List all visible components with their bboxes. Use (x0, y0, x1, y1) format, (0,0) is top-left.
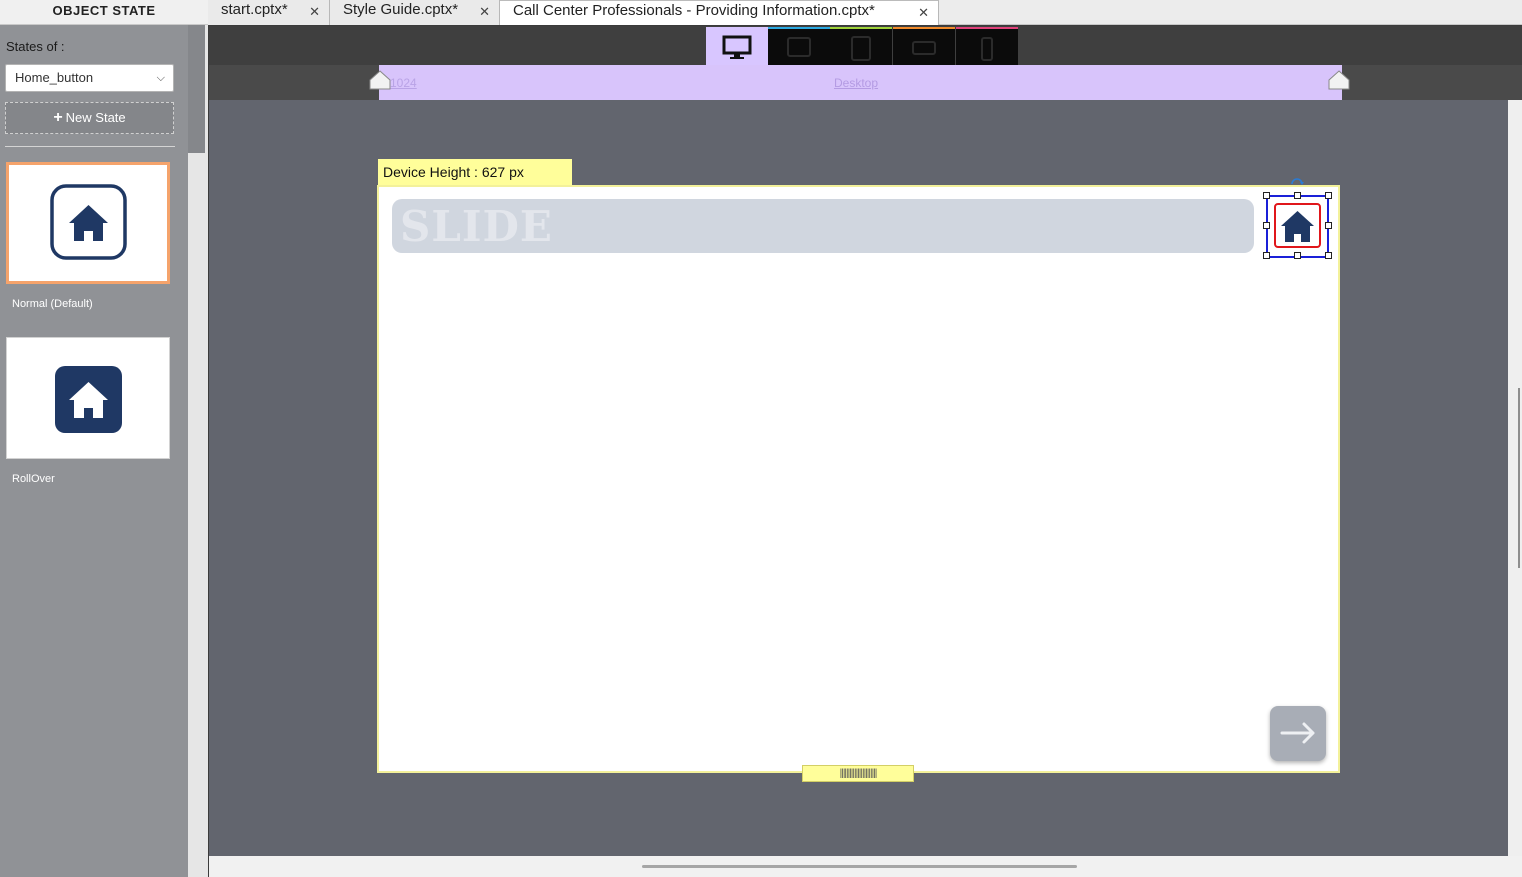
rotate-handle-icon[interactable] (1289, 175, 1305, 191)
home-filled-icon (55, 366, 122, 433)
breakpoint-device-label: Desktop (834, 76, 879, 90)
tab-start[interactable]: start.cptx* ✕ (208, 0, 330, 25)
home-button-inner-selection (1274, 203, 1321, 248)
home-outline-icon (50, 184, 127, 260)
device-height-label: Device Height : 627 px (378, 159, 572, 186)
desktop-icon (722, 35, 752, 59)
state-thumbnail-rollover[interactable] (6, 337, 170, 459)
vertical-scrollbar-thumb[interactable] (1518, 388, 1520, 568)
resize-handle[interactable] (1263, 192, 1270, 199)
state-thumbnail-normal[interactable] (6, 162, 170, 284)
tablet-landscape-icon (787, 37, 811, 57)
device-accent-line (830, 27, 892, 29)
document-tabbar: start.cptx* ✕ Style Guide.cptx* ✕ Call C… (208, 0, 1522, 25)
states-of-label: States of : (6, 39, 65, 54)
slide-stage[interactable] (377, 185, 1340, 773)
device-phone-portrait-button[interactable] (956, 27, 1018, 65)
object-select[interactable]: Home_button ⌵ (5, 64, 174, 92)
device-tablet-landscape-button[interactable] (768, 27, 830, 65)
close-icon[interactable]: ✕ (309, 2, 320, 22)
device-tablet-portrait-button[interactable] (830, 27, 892, 65)
device-desktop-button[interactable] (706, 27, 768, 65)
resize-handle[interactable] (1325, 192, 1332, 199)
object-select-value: Home_button (15, 70, 94, 85)
slide-title-text: SLIDE (400, 202, 553, 251)
panel-scrollbar-track (188, 25, 205, 153)
close-icon[interactable]: ✕ (918, 3, 929, 23)
close-icon[interactable]: ✕ (479, 2, 490, 22)
resize-handle[interactable] (1325, 222, 1332, 229)
device-accent-line (956, 27, 1018, 29)
resize-handle[interactable] (1325, 252, 1332, 259)
device-accent-line (893, 27, 955, 29)
tablet-portrait-icon (851, 36, 871, 61)
resize-handle[interactable] (1263, 252, 1270, 259)
panel-title: OBJECT STATE (0, 0, 208, 25)
resize-handle[interactable] (1294, 192, 1301, 199)
ruler-left-handle[interactable] (369, 70, 391, 90)
stage-height-grip[interactable]: ||||||||||||||||||||||| (802, 765, 914, 782)
state-label-rollover: RollOver (12, 473, 55, 485)
tab-style-guide[interactable]: Style Guide.cptx* ✕ (330, 0, 500, 25)
object-state-panel: OBJECT STATE States of : Home_button ⌵ +… (0, 0, 208, 877)
tab-call-center[interactable]: Call Center Professionals - Providing In… (500, 0, 939, 25)
state-label-normal: Normal (Default) (12, 298, 93, 310)
horizontal-scrollbar-thumb[interactable] (642, 865, 1077, 868)
resize-handle[interactable] (1263, 222, 1270, 229)
resize-handle[interactable] (1294, 252, 1301, 259)
tab-label: Call Center Professionals - Providing In… (513, 2, 875, 19)
phone-landscape-icon (912, 41, 936, 55)
phone-portrait-icon (981, 37, 993, 61)
chevron-down-icon: ⌵ (156, 72, 165, 84)
tab-label: Style Guide.cptx* (343, 1, 459, 18)
new-state-button[interactable]: + New State (5, 102, 174, 134)
arrow-right-icon (1280, 722, 1315, 744)
new-state-label: New State (65, 110, 126, 125)
next-slide-button[interactable] (1270, 706, 1326, 761)
tab-label: start.cptx* (221, 1, 288, 18)
panel-divider (5, 146, 175, 147)
panel-scrollbar[interactable] (188, 25, 208, 877)
ruler-right-handle[interactable] (1328, 70, 1350, 90)
device-accent-line (768, 27, 830, 29)
breakpoint-value: 1024 (390, 76, 417, 90)
device-phone-landscape-button[interactable] (893, 27, 955, 65)
plus-icon: + (53, 109, 63, 126)
